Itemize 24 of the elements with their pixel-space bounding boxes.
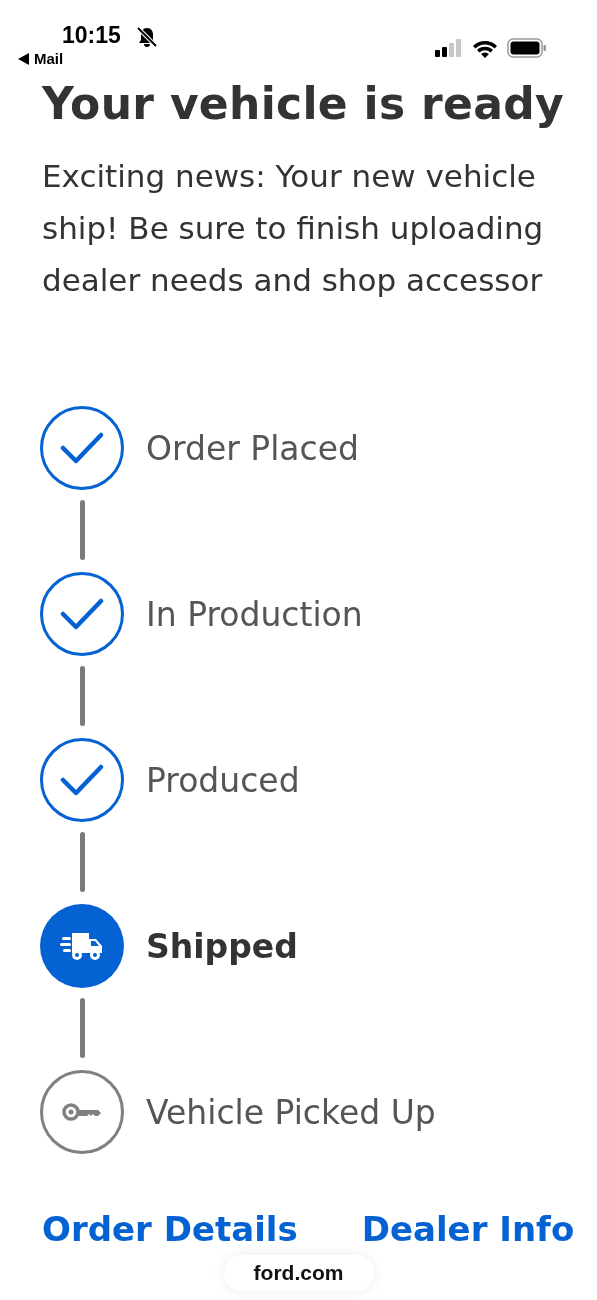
clock-time: 10:15 — [62, 22, 121, 49]
wifi-icon — [472, 38, 498, 58]
step-label: Shipped — [146, 925, 298, 968]
back-arrow-icon — [18, 52, 29, 65]
check-icon — [60, 432, 104, 465]
step-label: Produced — [146, 759, 300, 802]
check-icon — [60, 764, 104, 797]
text-link[interactable]: Dealer Info — [361, 1204, 575, 1256]
back-link[interactable]: Mail — [18, 50, 64, 67]
address-pill[interactable]: ford.com — [223, 1255, 374, 1292]
battery-icon — [507, 38, 547, 58]
step-label: Order Placed — [146, 427, 359, 470]
truck-icon — [60, 931, 104, 962]
muted-bell-icon — [136, 26, 158, 48]
page-heading: Your vehicle is ready — [42, 80, 565, 129]
step-label: In Production — [146, 593, 363, 636]
key-icon — [62, 1102, 102, 1123]
text-link[interactable]: Order Details — [42, 1204, 298, 1256]
intro-text-line: ship! Be sure to finish uploading — [42, 209, 545, 249]
intro-text-line: dealer needs and shop accessor — [42, 261, 544, 301]
intro-text-line: Exciting news: Your new vehicle — [42, 157, 537, 197]
signal-icon — [435, 39, 463, 57]
check-icon — [60, 598, 104, 631]
step-label: Vehicle Picked Up — [146, 1091, 436, 1134]
